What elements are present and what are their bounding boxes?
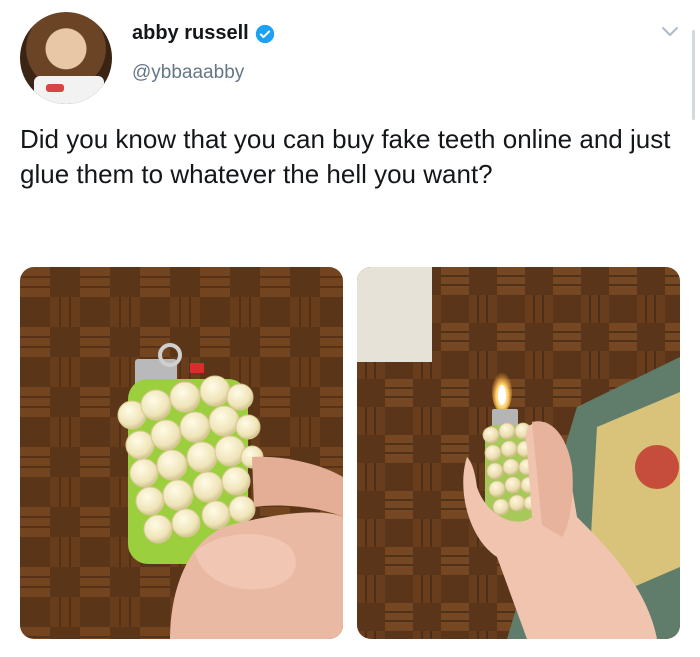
display-name[interactable]: abby russell xyxy=(132,22,249,45)
chevron-down-icon[interactable] xyxy=(660,25,680,39)
author-name-row: abby russell xyxy=(132,22,275,45)
tweet-text: Did you know that you can buy fake teeth… xyxy=(20,124,671,189)
avatar[interactable] xyxy=(20,12,112,104)
user-handle[interactable]: @ybbaaabby xyxy=(132,62,244,84)
tweet-photo-1[interactable] xyxy=(20,267,343,639)
avatar-shirt-stripe xyxy=(46,84,64,92)
verified-badge-icon xyxy=(255,24,274,43)
avatar-shirt xyxy=(34,76,104,104)
tweet-photo-2[interactable] xyxy=(357,267,680,639)
scrollbar[interactable] xyxy=(692,30,695,120)
